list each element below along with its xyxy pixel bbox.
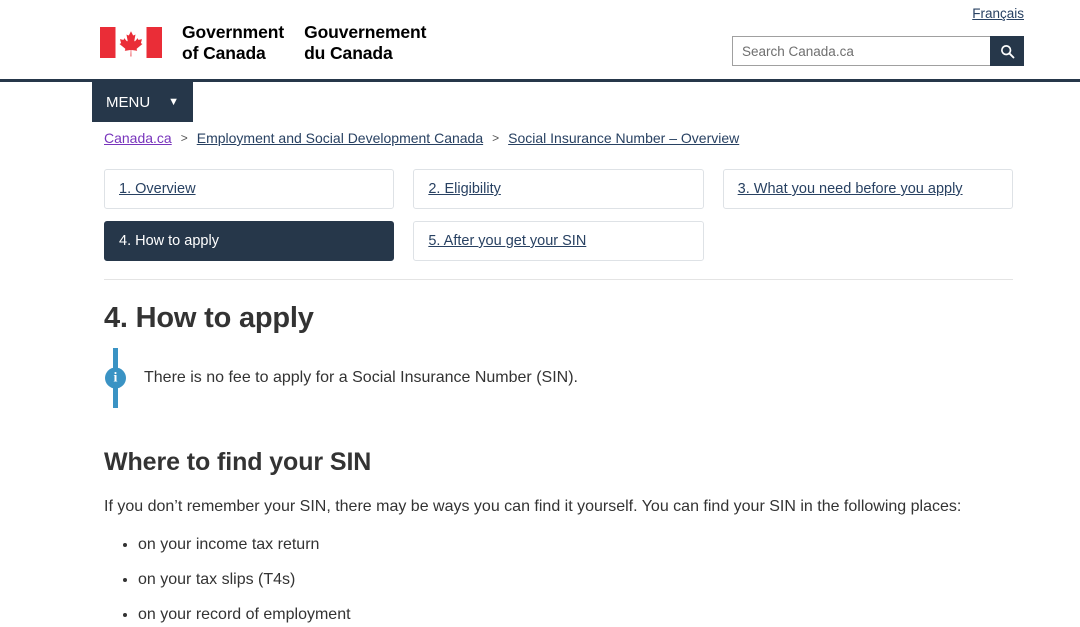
callout-text: There is no fee to apply for a Social In… <box>144 368 578 386</box>
wordmark-en-line2: of Canada <box>182 42 266 63</box>
list-item: on your tax slips (T4s) <box>138 568 1029 592</box>
breadcrumb-separator-1: > <box>172 131 197 145</box>
breadcrumb-item-esdc: Employment and Social Development Canada <box>197 130 483 146</box>
main-content: 4. How to apply i There is no fee to app… <box>104 302 1029 627</box>
wordmark-english: Government of Canada <box>182 22 284 63</box>
info-icon: i <box>105 367 126 389</box>
list-item: on your income tax return <box>138 533 1029 557</box>
section-nav-card-4-how-to-apply[interactable]: 4. How to apply <box>104 221 395 261</box>
section-title: Where to find your SIN <box>104 448 372 476</box>
section-nav-card-3-what-you-need[interactable]: 3. What you need before you apply <box>722 169 1013 209</box>
breadcrumb-separator-icon: > <box>180 131 188 145</box>
wordmark-text: Government of Canada Gouvernement du Can… <box>182 22 426 63</box>
info-callout: i There is no fee to apply for a Social … <box>104 348 1029 408</box>
section-nav-card-2-eligibility[interactable]: 2. Eligibility <box>413 169 704 209</box>
breadcrumb-separator-icon: > <box>492 131 500 145</box>
section-nav-label-3[interactable]: 3. What you need before you apply <box>738 181 963 197</box>
search-icon <box>1000 44 1014 58</box>
breadcrumb-link-sin-overview[interactable]: Social Insurance Number – Overview <box>508 130 739 146</box>
menu-bar: MENU ▼ <box>0 82 1080 127</box>
section-nav-card-1-overview[interactable]: 1. Overview <box>104 169 395 209</box>
page-title: 4. How to apply <box>104 302 314 334</box>
section-nav-label-2[interactable]: 2. Eligibility <box>428 181 501 197</box>
section-nav-label-1[interactable]: 1. Overview <box>119 181 196 197</box>
breadcrumb-item-canada-ca: Canada.ca <box>104 130 172 146</box>
menu-button[interactable]: MENU ▼ <box>92 82 193 122</box>
sin-locations-list: on your income tax return on your tax sl… <box>104 533 1029 627</box>
list-item: on your record of employment <box>138 603 1029 627</box>
breadcrumb-separator-2: > <box>483 131 508 145</box>
language-toggle-link[interactable]: Français <box>972 6 1024 21</box>
site-header: Government of Canada Gouvernement du Can… <box>0 0 1080 82</box>
section-nav-card-5-after-you-get-your-sin[interactable]: 5. After you get your SIN <box>413 221 704 261</box>
breadcrumb-item-sin-overview: Social Insurance Number – Overview <box>508 130 739 146</box>
breadcrumb: Canada.ca > Employment and Social Develo… <box>0 127 1080 149</box>
breadcrumb-list: Canada.ca > Employment and Social Develo… <box>104 127 1080 149</box>
section-navigation: 1. Overview 2. Eligibility 3. What you n… <box>104 169 1013 261</box>
canada-flag-icon <box>100 27 162 59</box>
menu-button-label: MENU <box>106 93 151 111</box>
section-nav-empty-slot <box>723 221 1013 261</box>
wordmark-fr-line2: du Canada <box>304 42 393 63</box>
wordmark-en-line1: Government <box>182 22 285 42</box>
intro-paragraph: If you don’t remember your SIN, there ma… <box>104 498 962 515</box>
content-divider <box>104 279 1013 280</box>
breadcrumb-link-esdc[interactable]: Employment and Social Development Canada <box>197 130 483 146</box>
search-button[interactable] <box>990 36 1024 66</box>
site-search <box>732 36 1024 66</box>
government-of-canada-brand: Government of Canada Gouvernement du Can… <box>100 22 426 63</box>
chevron-down-icon: ▼ <box>168 95 179 108</box>
wordmark-french: Gouvernement du Canada <box>304 22 426 63</box>
breadcrumb-link-canada-ca[interactable]: Canada.ca <box>104 130 172 146</box>
section-nav-label-5[interactable]: 5. After you get your SIN <box>428 233 586 249</box>
section-nav-label-4[interactable]: 4. How to apply <box>119 233 219 249</box>
search-input[interactable] <box>732 36 990 66</box>
wordmark-fr-line1: Gouvernement <box>304 22 427 42</box>
